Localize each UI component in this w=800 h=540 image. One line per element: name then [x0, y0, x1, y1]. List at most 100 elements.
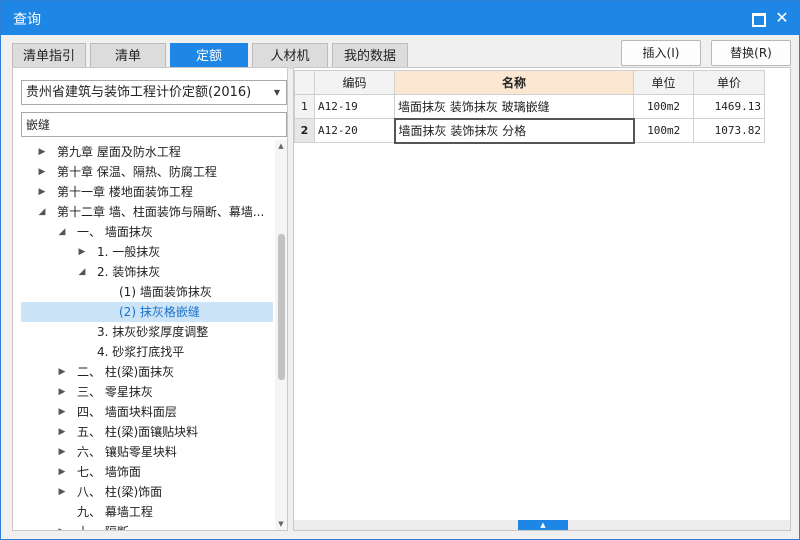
- tree-item-label: 第十一章 楼地面装饰工程: [57, 185, 193, 199]
- expanded-arrow-icon[interactable]: ◢: [37, 202, 47, 222]
- collapsed-arrow-icon[interactable]: ▶: [57, 462, 67, 482]
- name-cell[interactable]: 墙面抹灰 装饰抹灰 分格: [393, 117, 635, 144]
- tree-item-label: (1) 墙面装饰抹灰: [119, 285, 212, 299]
- window-title: 查询: [13, 12, 41, 28]
- scroll-up-icon[interactable]: ▲: [275, 140, 287, 152]
- column-header-price[interactable]: 单价: [693, 70, 765, 95]
- tree-item-label: 4. 砂浆打底找平: [97, 345, 185, 359]
- chapter-tree: ▶ 第九章 屋面及防水工程 ▶ 第十章 保温、隔热、防腐工程 ▶ 第十一章 楼地面装饰工程…: [13, 140, 273, 530]
- code-cell[interactable]: A12-19: [314, 94, 395, 119]
- replace-button[interactable]: 替换(R): [711, 40, 791, 66]
- tree-item-label: 一、 墙面抹灰: [77, 225, 153, 239]
- quota-table: 编码 名称 单位 单价 1 A12-19 墙面抹灰 装饰抹灰 玻璃嵌缝 100m2 14…: [294, 70, 765, 144]
- tab-my-data[interactable]: 我的数据: [332, 43, 408, 69]
- tree-item-label: 五、 柱(梁)面镶贴块料: [77, 425, 199, 439]
- tree-item-label: 七、 墙饰面: [77, 465, 141, 479]
- query-dialog: 查询 ✕ 清单指引 清单 定额 人材机 我的数据 插入(I) 替换(R) 贵州省…: [0, 0, 800, 540]
- tree-item[interactable]: ▶ 八、 柱(梁)饰面: [21, 482, 273, 502]
- search-input[interactable]: [21, 112, 287, 137]
- table-scrollbar[interactable]: ▲: [294, 520, 790, 530]
- tree-item[interactable]: ▶ 五、 柱(梁)面镶贴块料: [21, 422, 273, 442]
- collapsed-arrow-icon[interactable]: ▶: [57, 402, 67, 422]
- tab-bill[interactable]: 清单: [90, 43, 166, 69]
- collapsed-arrow-icon[interactable]: ▶: [57, 382, 67, 402]
- close-icon[interactable]: ✕: [774, 10, 790, 26]
- tree-item-label: 十、 隔断: [77, 522, 129, 530]
- row-number-header: [294, 70, 315, 95]
- tab-labor-material-machine[interactable]: 人材机: [252, 43, 328, 69]
- price-cell[interactable]: 1469.13: [693, 94, 765, 119]
- tree-item-label: 1. 一般抹灰: [97, 245, 161, 259]
- tree-item-label: 第十章 保温、隔热、防腐工程: [57, 165, 217, 179]
- tree-scrollbar[interactable]: ▲ ▼: [275, 140, 287, 530]
- tree-item[interactable]: ▶ 第九章 屋面及防水工程: [21, 142, 273, 162]
- quota-list-panel: 编码 名称 单位 单价 1 A12-19 墙面抹灰 装饰抹灰 玻璃嵌缝 100m2 14…: [293, 67, 791, 531]
- unit-cell[interactable]: 100m2: [633, 118, 694, 143]
- collapsed-arrow-icon[interactable]: ▶: [37, 142, 47, 162]
- collapsed-arrow-icon[interactable]: ▶: [57, 442, 67, 462]
- tree-item[interactable]: ▶ 三、 零星抹灰: [21, 382, 273, 402]
- column-header-unit[interactable]: 单位: [633, 70, 694, 95]
- insert-button[interactable]: 插入(I): [621, 40, 701, 66]
- tab-bill-guide[interactable]: 清单指引: [12, 43, 86, 69]
- tree-item[interactable]: ▶ 第十一章 楼地面装饰工程: [21, 182, 273, 202]
- tree-item-label: 六、 镶贴零星块料: [77, 445, 177, 459]
- scrollbar-thumb[interactable]: [278, 234, 285, 380]
- tree-item[interactable]: ▶ 七、 墙饰面: [21, 462, 273, 482]
- tree-item-label: (2) 抹灰格嵌缝: [119, 305, 200, 319]
- quota-library-value: 贵州省建筑与装饰工程计价定额(2016): [26, 85, 252, 100]
- tree-item[interactable]: ▶ 二、 柱(梁)面抹灰: [21, 362, 273, 382]
- tree-item-label: 第十二章 墙、柱面装饰与隔断、幕墙...: [57, 205, 265, 219]
- tree-item[interactable]: ▶ 十、 隔断: [21, 522, 273, 530]
- tree-item-label: 3. 抹灰砂浆厚度调整: [97, 325, 209, 339]
- tree-item[interactable]: ◢ 2. 装饰抹灰: [21, 262, 273, 282]
- tree-item[interactable]: ▶ 第十章 保温、隔热、防腐工程: [21, 162, 273, 182]
- table-row[interactable]: 2 A12-20 墙面抹灰 装饰抹灰 分格 100m2 1073.82: [294, 117, 765, 144]
- tree-item-label: 三、 零星抹灰: [77, 385, 153, 399]
- tree-item[interactable]: 九、 幕墙工程: [21, 502, 273, 522]
- tree-item-label: 第九章 屋面及防水工程: [57, 145, 181, 159]
- unit-cell[interactable]: 100m2: [633, 94, 694, 119]
- table-row[interactable]: 1 A12-19 墙面抹灰 装饰抹灰 玻璃嵌缝 100m2 1469.13: [294, 94, 765, 119]
- tree-item-label: 九、 幕墙工程: [77, 505, 153, 519]
- chevron-down-icon[interactable]: ▼: [274, 81, 280, 104]
- collapsed-arrow-icon[interactable]: ▶: [57, 362, 67, 382]
- tree-item[interactable]: ◢ 第十二章 墙、柱面装饰与隔断、幕墙...: [21, 202, 273, 222]
- tree-item-label: 2. 装饰抹灰: [97, 265, 161, 279]
- maximize-icon[interactable]: [749, 10, 766, 27]
- collapsed-arrow-icon[interactable]: ▶: [37, 182, 47, 202]
- tree-item-label: 二、 柱(梁)面抹灰: [77, 365, 175, 379]
- tree-item[interactable]: ▶ 1. 一般抹灰: [21, 242, 273, 262]
- code-cell[interactable]: A12-20: [314, 118, 395, 143]
- collapsed-arrow-icon[interactable]: ▶: [57, 482, 67, 502]
- chevron-up-icon[interactable]: ▲: [518, 520, 568, 530]
- tab-bar: 清单指引 清单 定额 人材机 我的数据 插入(I) 替换(R): [1, 35, 799, 69]
- scroll-down-icon[interactable]: ▼: [275, 518, 287, 530]
- row-number-cell[interactable]: 1: [294, 94, 315, 119]
- tab-quota[interactable]: 定额: [170, 43, 248, 69]
- quota-tree-panel: 贵州省建筑与装饰工程计价定额(2016) ▼ ▶ 第九章 屋面及防水工程 ▶ 第十章 …: [12, 67, 288, 531]
- expanded-arrow-icon[interactable]: ◢: [57, 222, 67, 242]
- column-header-code[interactable]: 编码: [314, 70, 395, 95]
- collapsed-arrow-icon[interactable]: ▶: [77, 242, 87, 262]
- quota-library-select[interactable]: 贵州省建筑与装饰工程计价定额(2016) ▼: [21, 80, 287, 105]
- title-bar: 查询 ✕: [1, 1, 799, 35]
- collapsed-arrow-icon[interactable]: ▶: [57, 422, 67, 442]
- tree-item[interactable]: (1) 墙面装饰抹灰: [21, 282, 273, 302]
- price-cell[interactable]: 1073.82: [693, 118, 765, 143]
- name-cell[interactable]: 墙面抹灰 装饰抹灰 玻璃嵌缝: [394, 94, 634, 119]
- tree-item[interactable]: ▶ 四、 墙面块料面层: [21, 402, 273, 422]
- row-number-cell[interactable]: 2: [294, 118, 315, 143]
- table-header-row: 编码 名称 单位 单价: [294, 70, 765, 95]
- tree-item[interactable]: ▶ 六、 镶贴零星块料: [21, 442, 273, 462]
- tree-item[interactable]: ◢ 一、 墙面抹灰: [21, 222, 273, 242]
- column-header-name[interactable]: 名称: [394, 70, 634, 95]
- tree-item[interactable]: 4. 砂浆打底找平: [21, 342, 273, 362]
- collapsed-arrow-icon[interactable]: ▶: [57, 522, 67, 530]
- tree-item[interactable]: (2) 抹灰格嵌缝: [21, 302, 273, 322]
- tree-item[interactable]: 3. 抹灰砂浆厚度调整: [21, 322, 273, 342]
- collapsed-arrow-icon[interactable]: ▶: [37, 162, 47, 182]
- tree-item-label: 八、 柱(梁)饰面: [77, 485, 163, 499]
- expanded-arrow-icon[interactable]: ◢: [77, 262, 87, 282]
- tree-item-label: 四、 墙面块料面层: [77, 405, 177, 419]
